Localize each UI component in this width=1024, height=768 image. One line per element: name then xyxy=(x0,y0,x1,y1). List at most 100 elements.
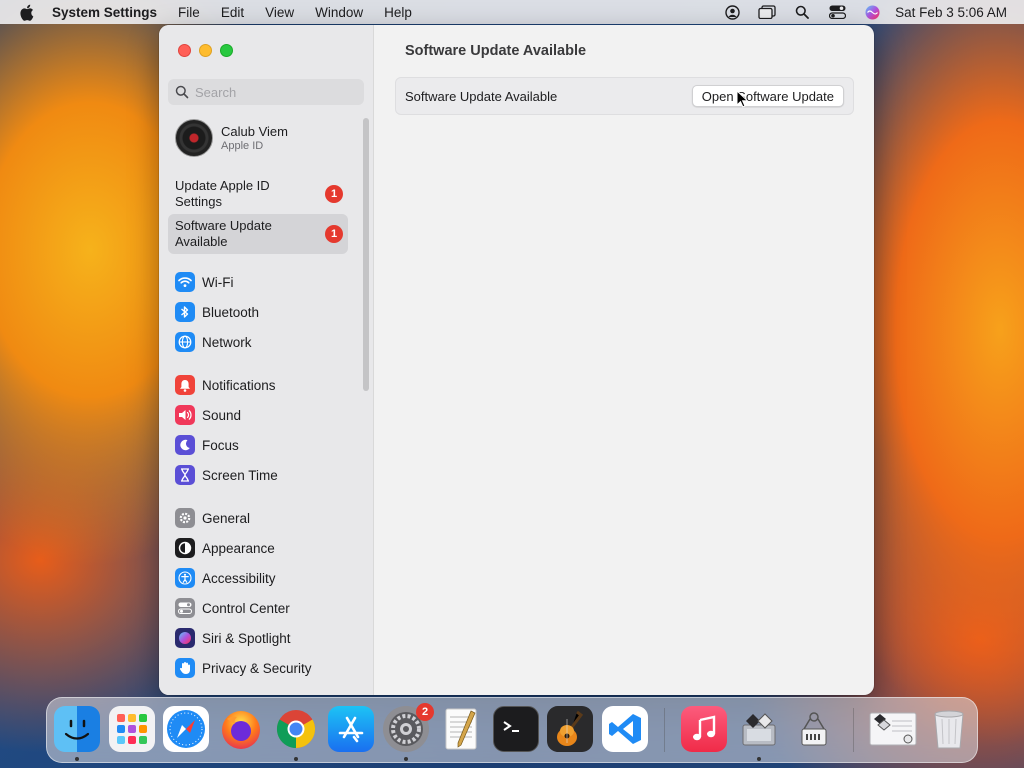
bluetooth-icon xyxy=(175,302,195,322)
bell-icon xyxy=(175,375,195,395)
zoom-window-button[interactable] xyxy=(220,44,233,57)
menu-help[interactable]: Help xyxy=(384,5,412,20)
app-store-icon[interactable] xyxy=(328,706,374,752)
running-indicator xyxy=(404,757,408,761)
siri-icon xyxy=(175,628,195,648)
safari-icon[interactable] xyxy=(163,706,209,752)
launchpad-icon[interactable] xyxy=(109,706,155,752)
running-indicator xyxy=(75,757,79,761)
trash-icon[interactable] xyxy=(926,706,972,752)
gear-icon xyxy=(175,508,195,528)
toggles-icon xyxy=(175,598,195,618)
spotlight-search-icon[interactable] xyxy=(793,4,811,20)
sidebar-item-label: Software Update Available xyxy=(175,218,272,249)
menu-file[interactable]: File xyxy=(178,5,200,20)
accessibility-icon xyxy=(175,568,195,588)
sidebar-item-label: Privacy & Security xyxy=(202,660,312,676)
app-name-menu[interactable]: System Settings xyxy=(52,5,157,20)
siri-icon[interactable] xyxy=(863,4,881,20)
sidebar-item-label: Accessibility xyxy=(202,570,276,586)
firefox-icon[interactable] xyxy=(218,706,264,752)
moon-icon xyxy=(175,435,195,455)
search-placeholder: Search xyxy=(195,84,237,100)
window-controls xyxy=(178,44,233,57)
menu-clock[interactable]: Sat Feb 3 5:06 AM xyxy=(895,5,1007,20)
sidebar-item-accessibility[interactable]: Accessibility xyxy=(175,567,276,589)
sidebar-item-label: General xyxy=(202,510,251,526)
sidebar-item-label: Notifications xyxy=(202,377,276,393)
sidebar-item-sound[interactable]: Sound xyxy=(175,404,241,426)
sidebar-item-siri-spotlight[interactable]: Siri & Spotlight xyxy=(175,627,291,649)
mouse-cursor-icon xyxy=(736,90,748,108)
sidebar-item-privacy-security[interactable]: Privacy & Security xyxy=(175,657,312,679)
main-content: Software Update Available Software Updat… xyxy=(374,25,874,695)
sidebar-item-focus[interactable]: Focus xyxy=(175,434,239,456)
finder-icon[interactable] xyxy=(54,706,100,752)
sidebar-item-general[interactable]: General xyxy=(175,507,250,529)
dock: 2 xyxy=(46,697,978,763)
menu-edit[interactable]: Edit xyxy=(221,5,244,20)
chrome-icon[interactable] xyxy=(273,706,319,752)
sidebar-item-label: Bluetooth xyxy=(202,304,260,320)
apple-menu-icon[interactable] xyxy=(0,4,52,21)
sidebar-item-update-apple-id[interactable]: Update Apple ID Settings 1 xyxy=(168,174,348,214)
system-settings-icon[interactable]: 2 xyxy=(383,703,434,752)
sidebar-item-software-update[interactable]: Software Update Available 1 xyxy=(168,214,348,254)
notification-badge: 1 xyxy=(325,225,343,243)
system-settings-window: Search Calub Viem Apple ID Update Apple … xyxy=(159,25,874,695)
running-indicator xyxy=(294,757,298,761)
software-update-label: Software Update Available xyxy=(405,88,558,104)
dock-notification-badge: 2 xyxy=(416,703,434,721)
sidebar-item-notifications[interactable]: Notifications xyxy=(175,374,276,396)
globe-icon xyxy=(175,332,195,352)
running-indicator xyxy=(757,757,761,761)
sidebar-item-label: Appearance xyxy=(202,540,275,556)
speaker-icon xyxy=(175,405,195,425)
notification-badge: 1 xyxy=(325,185,343,203)
page-title: Software Update Available xyxy=(405,43,587,59)
sidebar-item-label: Wi-Fi xyxy=(202,274,234,290)
menu-window[interactable]: Window xyxy=(315,5,363,20)
sidebar-item-screen-time[interactable]: Screen Time xyxy=(175,464,278,486)
textedit-icon[interactable] xyxy=(438,706,484,752)
menu-view[interactable]: View xyxy=(265,5,294,20)
sidebar-item-control-center[interactable]: Control Center xyxy=(175,597,290,619)
vscode-icon[interactable] xyxy=(602,706,648,752)
dock-separator xyxy=(664,708,665,752)
sidebar-item-wifi[interactable]: Wi-Fi xyxy=(175,271,233,293)
menu-bar: System Settings File Edit View Window He… xyxy=(0,0,1024,24)
stage-manager-icon[interactable] xyxy=(758,4,776,20)
sidebar-item-network[interactable]: Network xyxy=(175,331,252,353)
open-software-update-button[interactable]: Open Software Update xyxy=(691,85,844,107)
sidebar-item-label: Network xyxy=(202,334,252,350)
music-icon[interactable] xyxy=(681,706,727,752)
garageband-icon[interactable] xyxy=(547,706,593,752)
hand-icon xyxy=(175,658,195,678)
sidebar-item-label: Siri & Spotlight xyxy=(202,630,291,646)
sidebar-item-label: Control Center xyxy=(202,600,290,616)
sidebar-item-label: Screen Time xyxy=(202,467,278,483)
terminal-icon[interactable] xyxy=(493,706,539,752)
avatar xyxy=(175,119,213,157)
sidebar-item-label: Focus xyxy=(202,437,239,453)
control-center-icon[interactable] xyxy=(828,4,846,20)
wifi-icon xyxy=(175,272,195,292)
system-information-icon[interactable] xyxy=(791,706,837,752)
search-input[interactable]: Search xyxy=(168,79,364,105)
software-update-panel: Software Update Available Open Software … xyxy=(395,77,854,115)
minimize-window-button[interactable] xyxy=(199,44,212,57)
sidebar: Search Calub Viem Apple ID Update Apple … xyxy=(159,25,374,695)
search-icon xyxy=(175,85,189,99)
sidebar-item-appearance[interactable]: Appearance xyxy=(175,537,275,559)
sidebar-item-bluetooth[interactable]: Bluetooth xyxy=(175,301,259,323)
appearance-icon xyxy=(175,538,195,558)
sidebar-item-label: Update Apple ID Settings xyxy=(175,178,270,209)
apple-id-profile[interactable]: Calub Viem Apple ID xyxy=(175,119,288,157)
preview-document-icon[interactable] xyxy=(868,706,920,752)
user-account-icon[interactable] xyxy=(723,4,741,20)
hourglass-icon xyxy=(175,465,195,485)
profile-subtitle: Apple ID xyxy=(221,140,264,152)
sidebar-scrollbar[interactable] xyxy=(363,118,369,391)
close-window-button[interactable] xyxy=(178,44,191,57)
migration-assistant-icon[interactable] xyxy=(736,706,782,752)
